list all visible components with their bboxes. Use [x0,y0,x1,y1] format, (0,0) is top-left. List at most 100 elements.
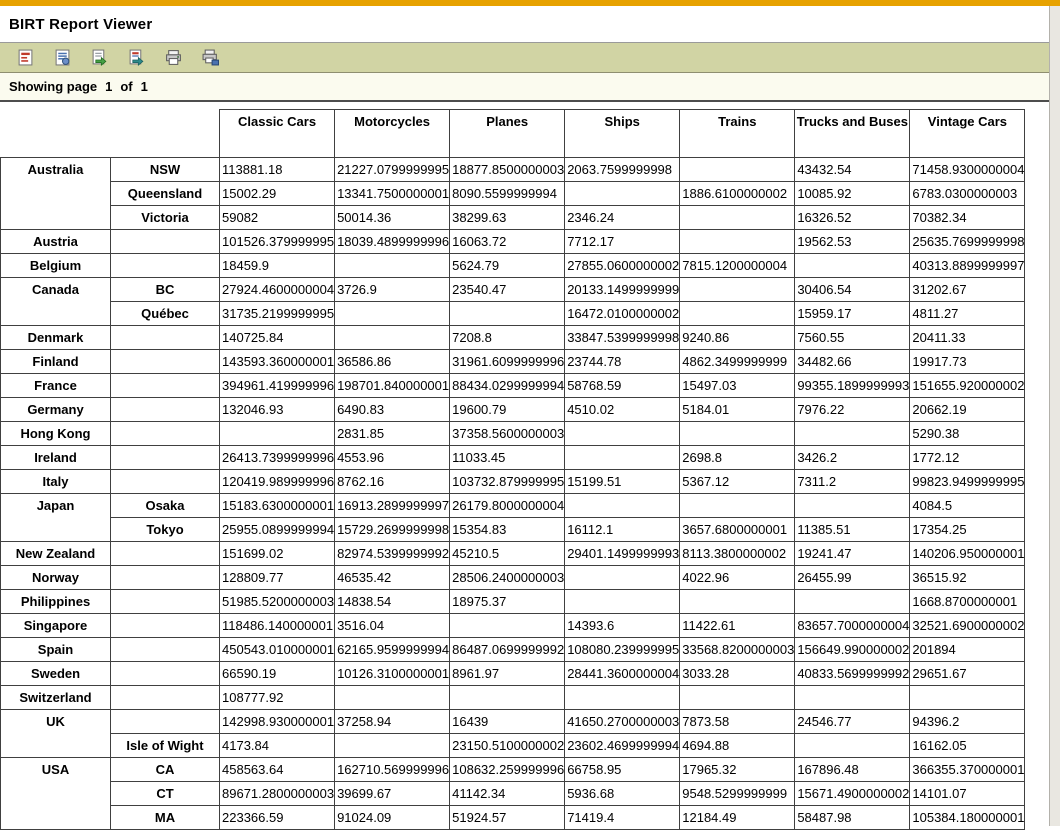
value-cell: 27855.0600000002 [564,253,681,278]
value-cell: 120419.989999996 [218,469,336,494]
value-cell [679,421,796,446]
value-cell: 71458.9300000004 [909,157,1026,182]
value-cell: 6783.0300000003 [909,181,1026,206]
export-data-button[interactable] [86,46,112,70]
value-cell: 7311.2 [794,469,911,494]
table-row: USA CA 458563.64 162710.569999996 108632.259… [0,757,1026,830]
state-cell [110,637,220,662]
country-cell: Finland [0,349,111,374]
value-cell: 5184.01 [679,397,796,422]
value-cell: 1772.12 [909,445,1026,470]
value-cell: 20411.33 [909,325,1026,350]
value-cell [679,685,796,710]
value-cell: 201894 [909,637,1026,662]
value-cell: 4510.02 [564,397,681,422]
value-cell: 29401.1499999993 [564,541,681,566]
country-cell: USA [0,757,111,830]
column-header-trains: Trains [679,109,796,158]
value-cell: 18975.37 [449,589,566,614]
value-cell: 66758.95 [564,757,681,782]
value-cell: 43432.54 [794,157,911,182]
state-cell [110,229,220,254]
table-row: New Zealand 151699.02 82974.5399999992 4521… [0,541,1026,566]
value-cell: 16112.1 [564,517,681,542]
value-cell: 140725.84 [218,325,336,350]
value-cell [794,253,911,278]
value-cell: 3033.28 [679,661,796,686]
value-cell: 4084.5 [909,493,1026,518]
of-label: of [120,79,133,94]
value-cell: 27924.4600000004 [218,277,336,302]
table-row: Norway 128809.77 46535.42 28506.2400000003 4… [0,565,1026,590]
table-row: Germany 132046.93 6490.83 19600.79 4510.02 51… [0,397,1026,422]
value-cell: 11422.61 [679,613,796,638]
value-cell: 15002.29 [218,181,336,206]
value-cell: 11385.51 [794,517,911,542]
vertical-scrollbar[interactable] [1049,6,1060,826]
run-report-button[interactable] [49,46,75,70]
value-cell: 6490.83 [334,397,451,422]
value-cell: 20133.1499999999 [564,277,681,302]
value-cell: 23602.4699999994 [564,733,681,758]
table-row: Switzerland 108777.92 [0,685,1026,710]
print-server-icon [202,49,219,66]
toc-button[interactable] [12,46,38,70]
state-cell [110,685,220,710]
table-row: Philippines 51985.5200000003 14838.54 18975… [0,589,1026,614]
value-cell: 16162.05 [909,733,1026,758]
country-cell: Philippines [0,589,111,614]
value-cell: 4862.3499999999 [679,349,796,374]
value-cell: 30406.54 [794,277,911,302]
value-cell: 450543.010000001 [218,637,336,662]
export-data-icon [92,49,106,66]
state-cell: CA [110,757,220,782]
value-cell: 28441.3600000004 [564,661,681,686]
export-report-button[interactable] [123,46,149,70]
value-cell [564,493,681,518]
status-bar: Showing page 1 of 1 [0,73,1060,102]
value-cell: 4553.96 [334,445,451,470]
toolbar [0,43,1060,73]
value-cell: 108632.259999996 [449,757,566,782]
header-row: Classic Cars Motorcycles Planes Ships Trains… [0,109,1026,158]
state-cell [110,469,220,494]
value-cell: 18877.8500000003 [449,157,566,182]
value-cell: 88434.0299999994 [449,373,566,398]
value-cell [564,181,681,206]
country-cell: Switzerland [0,685,111,710]
print-server-button[interactable] [197,46,223,70]
value-cell [794,493,911,518]
value-cell: 167896.48 [794,757,911,782]
value-cell: 51985.5200000003 [218,589,336,614]
value-cell: 1886.6100000002 [679,181,796,206]
state-cell: BC [110,277,220,302]
value-cell: 62165.9599999994 [334,637,451,662]
table-row: Tokyo 25955.0899999994 15729.2699999998 153… [1,517,1026,542]
country-cell: UK [0,709,111,758]
state-cell [110,397,220,422]
value-cell: 23540.47 [449,277,566,302]
table-row: Sweden 66590.19 10126.3100000001 8961.97 284… [0,661,1026,686]
table-row: Ireland 26413.7399999996 4553.96 11033.45 26… [0,445,1026,470]
value-cell: 7560.55 [794,325,911,350]
table-row: Austria 101526.379999995 18039.4899999996 1… [0,229,1026,254]
value-cell: 10085.92 [794,181,911,206]
value-cell: 15183.6300000001 [218,493,336,518]
country-cell: France [0,373,111,398]
value-cell: 18459.9 [218,253,336,278]
value-cell [564,565,681,590]
state-cell [110,349,220,374]
print-button[interactable] [160,46,186,70]
value-cell: 16472.0100000002 [564,301,681,326]
value-cell: 101526.379999995 [218,229,336,254]
country-cell: Hong Kong [0,421,111,446]
value-cell [334,253,451,278]
value-cell: 41142.34 [449,781,566,806]
value-cell: 21227.0799999995 [334,157,451,182]
print-icon [165,50,181,65]
value-cell: 86487.0699999992 [449,637,566,662]
value-cell: 7815.1200000004 [679,253,796,278]
state-cell: Queensland [110,181,220,206]
value-cell: 31202.67 [909,277,1026,302]
value-cell: 5936.68 [564,781,681,806]
